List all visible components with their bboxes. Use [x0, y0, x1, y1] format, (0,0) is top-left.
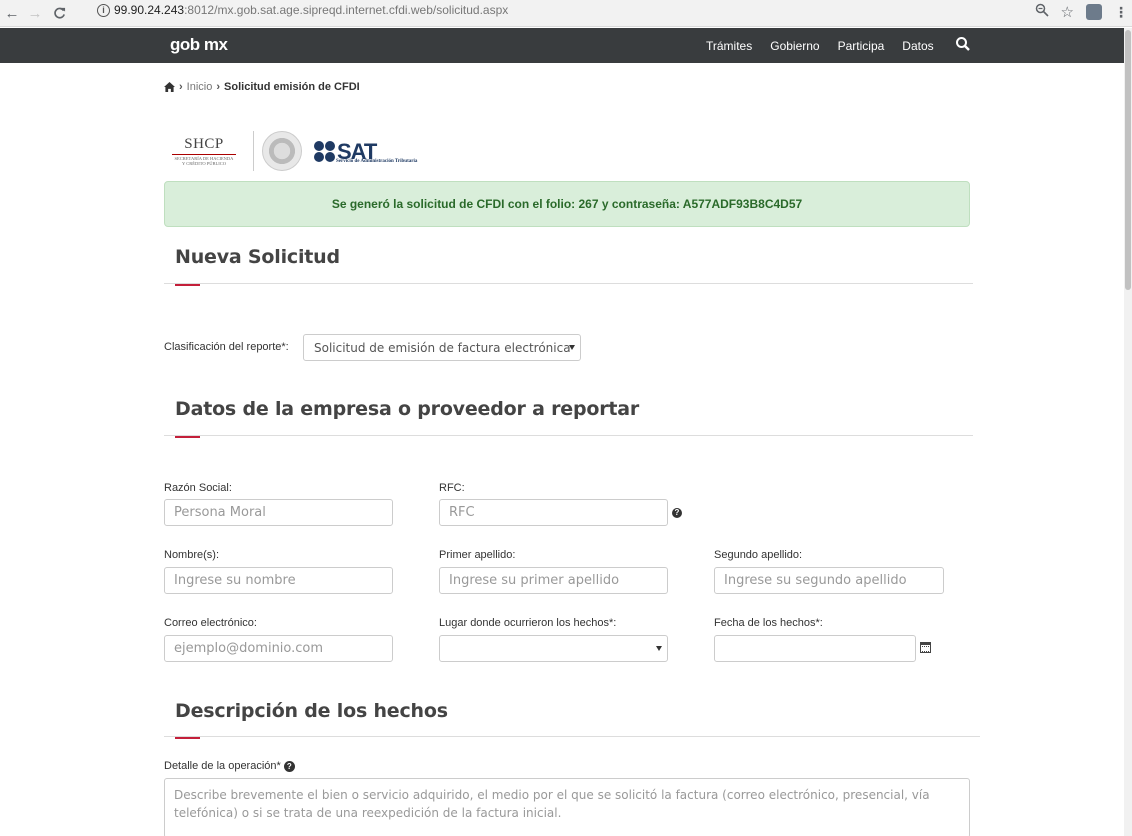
scrollbar-thumb[interactable] [1125, 30, 1131, 290]
section-title-nueva-solicitud: Nueva Solicitud [175, 246, 340, 268]
section-divider [164, 435, 973, 436]
url-host: 99.90.24.243 [114, 3, 185, 17]
segundo-apellido-label: Segundo apellido: [714, 549, 803, 561]
clasificacion-value: Solicitud de emisión de factura electrón… [314, 341, 571, 355]
lugar-label: Lugar donde ocurrieron los hechos*: [439, 617, 617, 629]
breadcrumb-current: Solicitud emisión de CFDI [224, 81, 360, 93]
razon-social-input[interactable]: Persona Moral [164, 499, 393, 526]
primer-apellido-input[interactable]: Ingrese su primer apellido [439, 567, 668, 594]
home-icon[interactable] [164, 82, 175, 92]
detalle-label: Detalle de la operación* ? [164, 760, 295, 772]
nombre-label: Nombre(s): [164, 549, 220, 561]
mexico-seal-logo [262, 131, 302, 171]
breadcrumb-separator: › [179, 81, 183, 93]
search-icon[interactable] [955, 36, 971, 52]
fecha-input[interactable] [714, 635, 916, 662]
help-icon[interactable]: ? [672, 508, 682, 518]
correo-label: Correo electrónico: [164, 617, 257, 629]
chevron-down-icon [569, 345, 575, 350]
help-icon[interactable]: ? [283, 760, 295, 772]
section-divider [164, 736, 980, 737]
lugar-select[interactable] [439, 635, 668, 662]
nav-gobierno[interactable]: Gobierno [770, 39, 819, 53]
logo-divider [253, 131, 254, 171]
top-nav: Trámites Gobierno Participa Datos [706, 39, 934, 53]
browser-toolbar: ← → i 99.90.24.243:8012/mx.gob.sat.age.s… [0, 0, 1132, 27]
nombre-input[interactable]: Ingrese su nombre [164, 567, 393, 594]
calendar-icon[interactable] [920, 642, 931, 653]
menu-icon[interactable]: ⋮ [1114, 4, 1128, 21]
zoom-icon[interactable] [1035, 3, 1049, 21]
clasificacion-select[interactable]: Solicitud de emisión de factura electrón… [303, 334, 581, 361]
back-arrow-icon[interactable]: ← [3, 4, 21, 22]
razon-social-label: Razón Social: [164, 482, 232, 494]
section-divider [164, 283, 973, 284]
url-path: :8012/mx.gob.sat.age.sipreqd.internet.cf… [184, 3, 509, 17]
detalle-textarea[interactable]: Describe brevemente el bien o servicio a… [164, 778, 970, 836]
segundo-apellido-input[interactable]: Ingrese su segundo apellido [714, 567, 944, 594]
clasificacion-label: Clasificación del reporte*: [164, 341, 289, 353]
institution-logos: SHCP SECRETARÍA DE HACIENDA Y CRÉDITO PÚ… [172, 126, 417, 176]
nav-participa[interactable]: Participa [838, 39, 885, 53]
rfc-input[interactable]: RFC [439, 499, 668, 526]
gobmx-logo[interactable]: gob mx [170, 35, 228, 55]
breadcrumb-inicio[interactable]: Inicio [187, 81, 213, 93]
extension-icon[interactable] [1086, 4, 1102, 20]
primer-apellido-label: Primer apellido: [439, 549, 516, 561]
success-alert: Se generó la solicitud de CFDI con el fo… [164, 181, 970, 227]
shcp-logo: SHCP SECRETARÍA DE HACIENDA Y CRÉDITO PÚ… [172, 136, 236, 166]
reload-icon[interactable] [50, 4, 68, 22]
chevron-down-icon [656, 646, 662, 651]
fecha-label: Fecha de los hechos*: [714, 617, 823, 629]
info-icon[interactable]: i [97, 3, 110, 17]
nav-tramites[interactable]: Trámites [706, 39, 752, 53]
correo-input[interactable]: ejemplo@dominio.com [164, 635, 393, 662]
star-icon[interactable]: ☆ [1061, 3, 1074, 21]
forward-arrow-icon[interactable]: → [26, 4, 44, 22]
site-header: gob mx Trámites Gobierno Participa Datos [0, 28, 1124, 63]
alert-message: Se generó la solicitud de CFDI con el fo… [331, 197, 803, 211]
breadcrumb-separator: › [216, 81, 221, 93]
section-title-descripcion: Descripción de los hechos [175, 700, 448, 722]
section-title-datos-empresa: Datos de la empresa o proveedor a report… [175, 398, 640, 420]
breadcrumb: › Inicio › Solicitud emisión de CFDI [164, 81, 360, 93]
address-bar[interactable]: i 99.90.24.243:8012/mx.gob.sat.age.sipre… [97, 3, 508, 17]
nav-datos[interactable]: Datos [902, 39, 933, 53]
sat-logo: SAT Servicio de Administración Tributari… [314, 139, 417, 164]
rfc-label: RFC: [439, 482, 465, 494]
